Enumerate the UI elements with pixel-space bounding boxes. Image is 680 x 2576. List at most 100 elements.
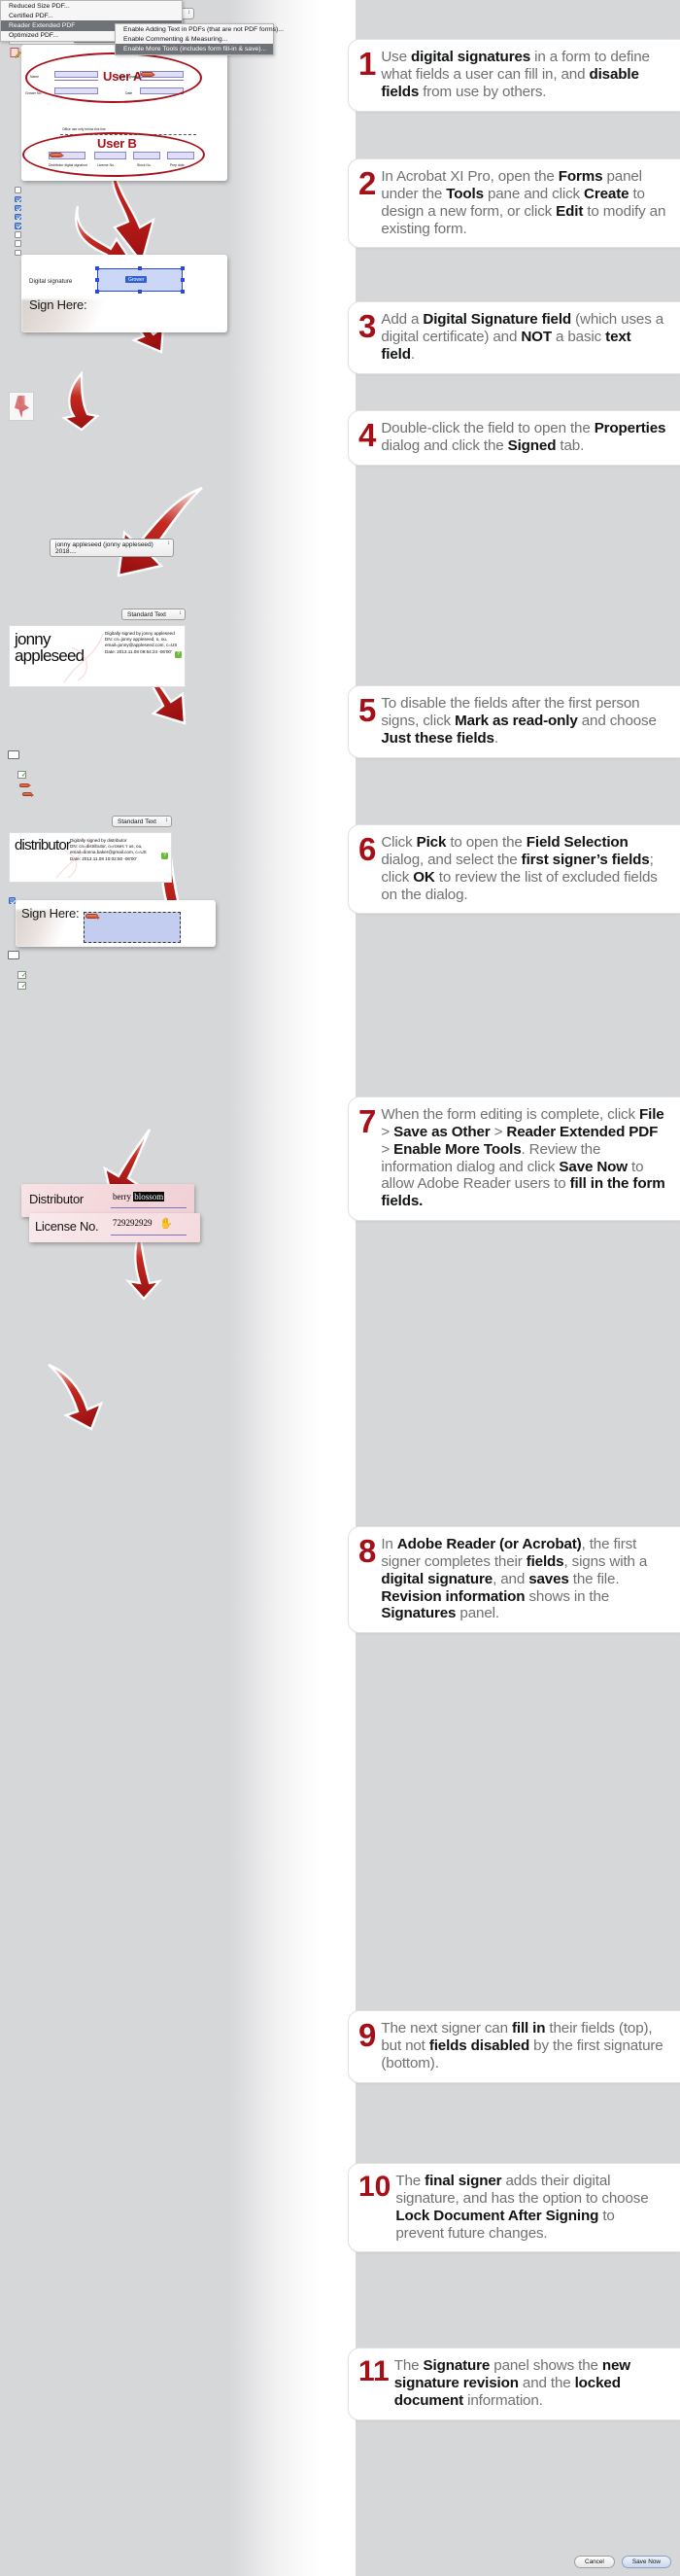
- resize-handle-mr[interactable]: [181, 278, 185, 282]
- step-number: 8: [358, 1533, 377, 1569]
- resize-handle-tc[interactable]: [138, 266, 142, 270]
- resize-handle-br[interactable]: [181, 290, 185, 294]
- license-label: License No.: [35, 1219, 99, 1234]
- step-callout-5: 5 To disable the fields after the first …: [348, 685, 680, 758]
- cancel-button[interactable]: Cancel: [573, 2556, 615, 2568]
- options-list-icon-2[interactable]: [8, 951, 19, 959]
- unsigned-field-icon: [19, 783, 31, 788]
- sign-here-label: Sign Here:: [29, 297, 87, 312]
- center-fade-band: [229, 0, 356, 2576]
- license-value[interactable]: 729292929: [113, 1218, 153, 1228]
- step-number: 3: [358, 308, 377, 344]
- checkbox-dist-sig[interactable]: [15, 249, 21, 257]
- menu-item-reduced-size-pdf[interactable]: Reduced Size PDF...: [1, 1, 182, 11]
- resize-handle-tr[interactable]: [181, 266, 185, 270]
- resize-handle-tl[interactable]: [95, 266, 99, 270]
- step-number: 10: [358, 2171, 391, 2203]
- user-a-highlight-ellipse: [25, 52, 202, 103]
- step-callout-11: 11 The Signature panel shows the new sign…: [348, 2348, 680, 2420]
- distributor-underline: [111, 1207, 187, 1209]
- step-number: 1: [358, 46, 377, 82]
- valid-signature-icon-3: [17, 982, 26, 991]
- signature-preview: jonny appleseed Digitally signed by jonn…: [9, 625, 186, 687]
- edit-form-icon: [10, 48, 21, 59]
- sign-here-card: Sign Here:: [16, 900, 216, 947]
- help-icon-3[interactable]: ?: [161, 853, 168, 859]
- options-list-icon[interactable]: [8, 750, 19, 759]
- valid-signature-icon: [17, 771, 26, 780]
- step-number: 2: [358, 165, 377, 201]
- sign-as-select[interactable]: jonny appleseed (jonny appleseed) 2018..…: [50, 539, 174, 557]
- distributor-label: Distributor: [29, 1192, 84, 1206]
- checkbox-cust-sig[interactable]: [15, 223, 21, 229]
- resize-handle-bl[interactable]: [95, 290, 99, 294]
- license-field-card: License No. 729292929 ✋: [29, 1213, 200, 1242]
- submenu-item-enable-more-tools[interactable]: Enable More Tools (includes form fill-in…: [116, 44, 273, 54]
- step-text: The Signature panel shows the new signat…: [393, 2357, 630, 2409]
- step-text: The next signer can fill in their fields…: [381, 2020, 663, 2071]
- submenu-item-enable-adding-text[interactable]: Enable Adding Text in PDFs (that are not…: [116, 24, 284, 34]
- required-marker-icon-3: [85, 914, 100, 920]
- user-b-highlight-ellipse: [22, 132, 205, 177]
- sigfield-label: Digital signature: [29, 278, 73, 285]
- step-text: Double-click the field to open the Prope…: [381, 420, 666, 454]
- step-number: 4: [358, 417, 377, 453]
- distributor-value-plain: berry: [113, 1192, 134, 1201]
- valid-signature-icon-2: [17, 971, 26, 980]
- license-underline: [111, 1235, 187, 1236]
- step-number: 11: [358, 2355, 390, 2387]
- unsigned-field-icon-2: [22, 792, 34, 797]
- step-callout-9: 9 The next signer can fill in their field…: [348, 2010, 680, 2083]
- adobe-watermark-icon-2: [49, 835, 97, 882]
- resize-handle-bc[interactable]: [138, 290, 142, 294]
- step-text: Click Pick to open the Field Selection d…: [381, 834, 658, 903]
- final-signature-preview: distributor Digitally signed by distribu…: [9, 832, 172, 883]
- sign-here-label-2: Sign Here:: [21, 906, 80, 921]
- resize-handle-ml[interactable]: [95, 278, 99, 282]
- step-callout-2: 2 In Acrobat XI Pro, open the Forms panel…: [348, 158, 680, 249]
- step-number: 7: [358, 1103, 377, 1139]
- lock-document-checkbox[interactable]: [9, 897, 16, 904]
- checkbox-dist-date[interactable]: [15, 231, 21, 238]
- step-number: 9: [358, 2017, 377, 2053]
- checkbox-cust-name[interactable]: [15, 213, 21, 221]
- office-use-note: Office use only below this line: [62, 127, 106, 131]
- step-callout-1: 1 Use digital signatures in a form to de…: [348, 39, 680, 112]
- step-callout-3: 3 Add a Digital Signature field (which u…: [348, 301, 680, 374]
- distributor-value[interactable]: berry blossom: [113, 1192, 165, 1201]
- help-icon-2[interactable]: ?: [175, 651, 182, 658]
- menu-item-label: Reader Extended PDF: [9, 21, 76, 29]
- adobe-pdf-icon: [9, 392, 34, 421]
- distributor-value-selected: blossom: [133, 1192, 165, 1201]
- step-text: In Adobe Reader (or Acrobat), the first …: [381, 1536, 648, 1622]
- reader-extended-submenu[interactable]: Enable Adding Text in PDFs (that are not…: [115, 23, 284, 55]
- menu-item-certified-pdf[interactable]: Certified PDF...: [1, 11, 182, 20]
- appearance-select[interactable]: Standard Text: [121, 609, 186, 620]
- step-callout-4: 4 Double-click the field to open the Pro…: [348, 410, 680, 466]
- checkbox-cust-license[interactable]: [15, 204, 21, 212]
- save-now-button[interactable]: Save Now: [621, 2556, 671, 2568]
- step-callout-8: 8 In Adobe Reader (or Acrobat), the first…: [348, 1526, 680, 1634]
- form-screenshot-card: Name Grower No. User A Digital signature…: [21, 45, 227, 181]
- page-root: Name Grower No. User A Digital signature…: [0, 0, 680, 2576]
- submenu-item-enable-commenting[interactable]: Enable Commenting & Measuring...: [116, 34, 273, 44]
- step-callout-6: 6 Click Pick to open the Field Selection …: [348, 824, 680, 915]
- step-text: Use digital signatures in a form to defi…: [381, 49, 650, 100]
- digital-signature-field-card: Digital signature Grower Sign Here:: [21, 255, 227, 332]
- signature-field-selection-box[interactable]: Grower: [97, 268, 183, 292]
- step-text: Add a Digital Signature field (which use…: [381, 311, 664, 363]
- step-callout-7: 7 When the form editing is complete, cli…: [348, 1097, 680, 1222]
- field-name-chip: Grower: [125, 276, 148, 283]
- step-text: To disable the fields after the first pe…: [381, 695, 657, 747]
- left-background-band: [0, 0, 229, 2576]
- adobe-watermark-icon: [54, 628, 109, 686]
- final-appearance-select[interactable]: Standard Text: [112, 816, 172, 827]
- step-callout-10: 10 The final signer adds their digital si…: [348, 2163, 680, 2253]
- checkbox-cust-date[interactable]: [15, 195, 21, 203]
- checkbox-batch-no[interactable]: [15, 187, 21, 193]
- step-text: In Acrobat XI Pro, open the Forms panel …: [381, 168, 666, 237]
- step-number: 5: [358, 692, 377, 728]
- step-number: 6: [358, 831, 377, 867]
- checkbox-dist-name[interactable]: [15, 240, 21, 247]
- step-text: The final signer adds their digital sign…: [395, 2173, 649, 2242]
